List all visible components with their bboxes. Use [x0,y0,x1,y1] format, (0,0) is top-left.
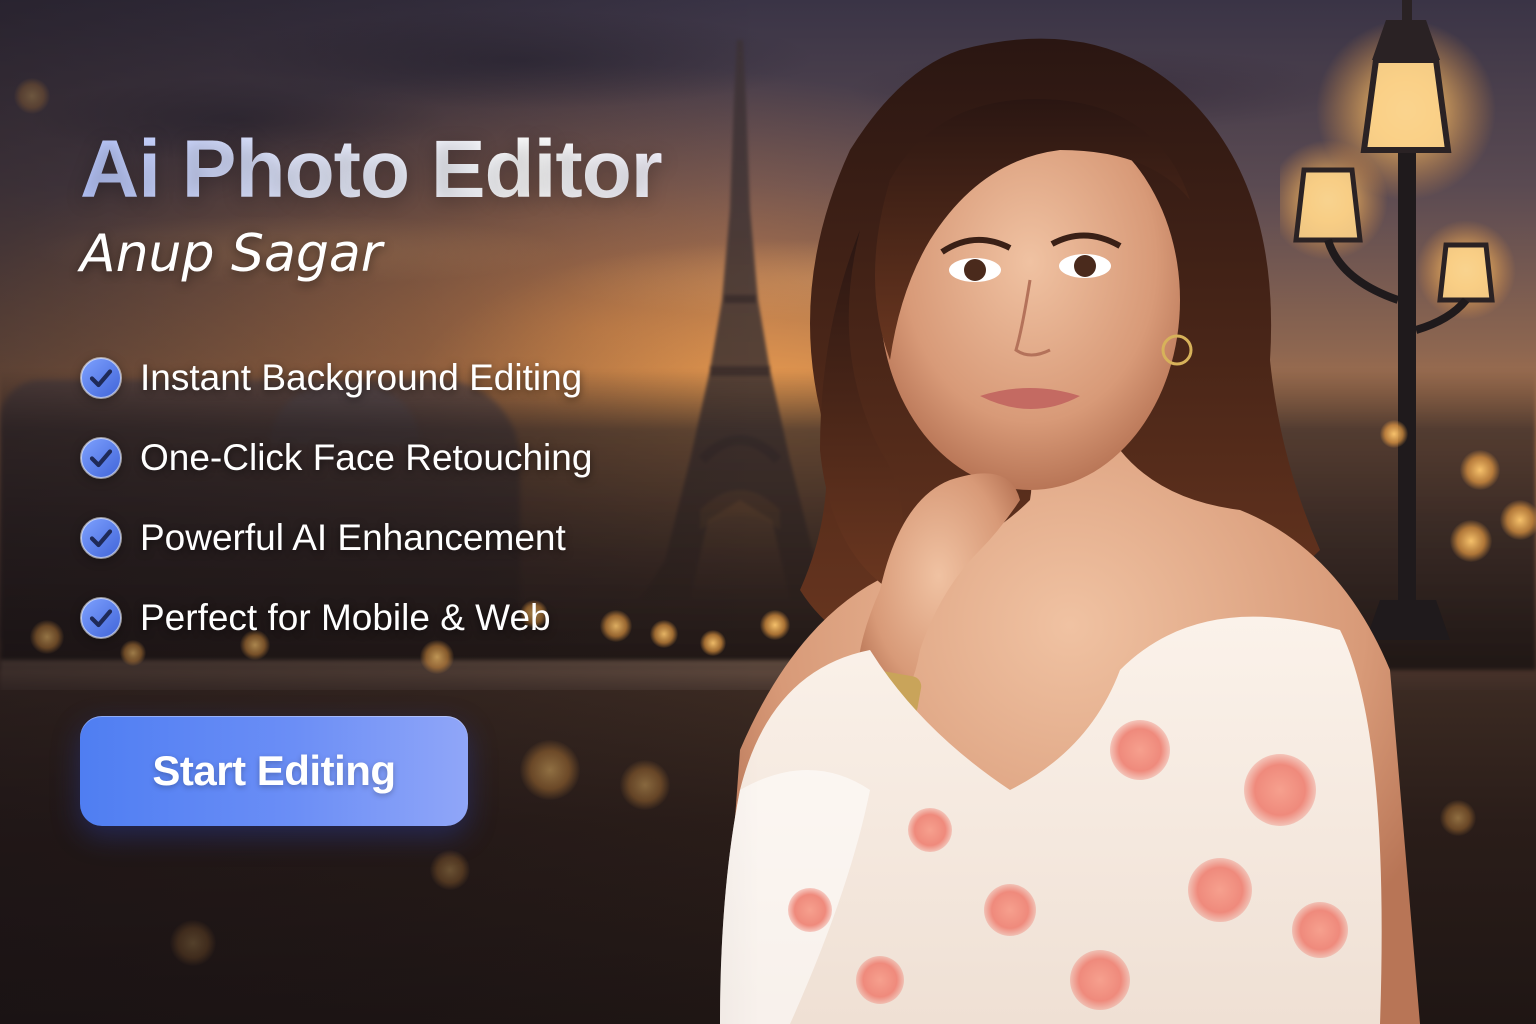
feature-item: Perfect for Mobile & Web [80,578,720,658]
feature-label: Powerful AI Enhancement [140,517,566,558]
feature-item: One-Click Face Retouching [80,418,720,498]
bokeh-light [1450,520,1492,562]
feature-list: Instant Background Editing One-Click Fac… [80,338,720,658]
check-badge-icon [80,357,122,399]
check-badge-icon [80,597,122,639]
hero-banner: Ai Photo Editor Anup Sagar Instant Backg… [0,0,1536,1024]
author-name: Anup Sagar [80,224,383,284]
bokeh-light [1500,500,1536,540]
check-badge-icon [80,517,122,559]
app-title: Ai Photo Editor [80,120,720,220]
feature-label: One-Click Face Retouching [140,437,593,478]
feature-item: Instant Background Editing [80,338,720,418]
feature-label: Perfect for Mobile & Web [140,597,551,638]
start-editing-button[interactable]: Start Editing [80,716,468,826]
bokeh-light [1440,800,1476,836]
check-badge-icon [80,437,122,479]
model-portrait [720,38,1420,1024]
bokeh-light [1460,450,1500,490]
feature-label: Instant Background Editing [140,357,583,398]
hero-content: Ai Photo Editor Anup Sagar Instant Backg… [80,120,720,826]
feature-item: Powerful AI Enhancement [80,498,720,578]
